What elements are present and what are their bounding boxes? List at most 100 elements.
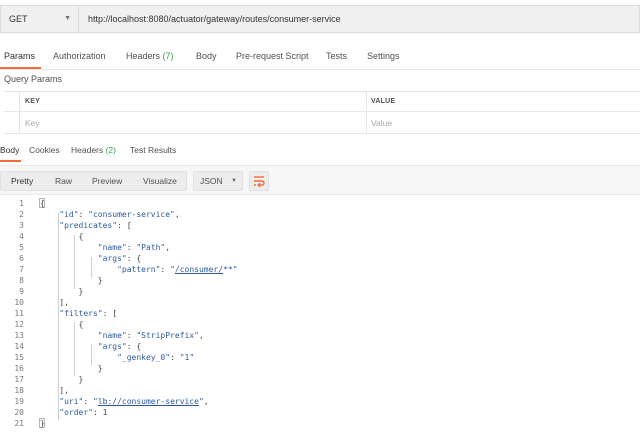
line-number: 13 (14, 331, 24, 340)
line-number: 7 (19, 265, 24, 274)
tab-response-body[interactable]: Body (0, 140, 22, 162)
format-select[interactable]: JSON ▼ (193, 171, 243, 191)
view-raw-button[interactable]: Raw (55, 172, 72, 190)
code-text: "filters": [ (40, 308, 117, 319)
code-text: "_genkey_0": "1" (40, 352, 194, 363)
line-number: 1 (19, 199, 24, 208)
view-preview-button[interactable]: Preview (92, 172, 122, 190)
column-divider (366, 91, 367, 134)
line-number: 4 (19, 232, 24, 241)
line-number: 17 (14, 375, 24, 384)
code-token: : (160, 265, 171, 274)
tab-cookies[interactable]: Cookies (29, 140, 60, 162)
tab-body[interactable]: Body (196, 43, 217, 69)
line-number: 11 (14, 309, 24, 318)
view-visualize-button[interactable]: Visualize (143, 172, 177, 190)
code-text: "uri": "lb://consumer-service", (40, 396, 208, 407)
code-token: ], (40, 386, 69, 395)
tab-settings[interactable]: Settings (367, 43, 400, 69)
code-text: } (40, 374, 84, 385)
wrap-lines-icon (254, 176, 265, 188)
tab-label: Tests (326, 51, 348, 61)
response-tabs: Body Cookies Headers (2) Test Results (0, 140, 640, 162)
format-label: JSON (200, 176, 223, 186)
code-token: "filters" (59, 309, 103, 318)
code-text: } (40, 275, 103, 286)
code-line: 15 "_genkey_0": "1" (0, 352, 640, 363)
code-token: : [ (102, 309, 118, 318)
wrap-lines-button[interactable] (249, 171, 269, 191)
response-body-editor[interactable]: 1{2 "id": "consumer-service", 3 "predicat… (0, 197, 640, 433)
column-divider (19, 91, 20, 134)
method-select[interactable]: GET ▼ (0, 5, 78, 33)
code-token: : [ (117, 221, 132, 230)
code-token: "1" (179, 353, 195, 362)
key-input[interactable]: Key (25, 112, 40, 134)
tab-pre-request-script[interactable]: Pre-request Script (236, 43, 309, 69)
code-text: { (40, 319, 84, 330)
code-text: } (40, 418, 45, 429)
code-token: "args" (97, 254, 127, 263)
code-token: { (40, 199, 45, 208)
code-token: "Path" (136, 243, 166, 252)
view-mode-switcher: Pretty Raw Preview Visualize (0, 171, 187, 191)
tab-response-headers[interactable]: Headers (2) (71, 140, 116, 162)
table-row: Key Value (4, 112, 640, 134)
code-token: **" (223, 265, 238, 274)
tab-test-results[interactable]: Test Results (130, 140, 176, 162)
code-line: 20 "order": 1 (0, 407, 640, 418)
code-token: "id" (59, 210, 79, 219)
code-token: } (40, 419, 45, 428)
column-header-key: KEY (25, 98, 40, 105)
code-token: : (78, 210, 89, 219)
code-token: ], (40, 298, 69, 307)
line-number: 16 (14, 364, 24, 373)
tab-tests[interactable]: Tests (326, 43, 347, 69)
value-input[interactable]: Value (371, 112, 392, 134)
code-token: , (198, 331, 204, 340)
tab-label: Authorization (53, 51, 106, 61)
code-text: ], (40, 297, 69, 308)
code-token: : { (126, 342, 142, 351)
code-line: 8 } (0, 275, 640, 286)
code-token: : (83, 397, 93, 406)
line-number: 14 (14, 342, 24, 351)
tab-count-badge: (2) (105, 145, 116, 155)
code-token: "consumer-service" (88, 210, 175, 219)
tab-label: Cookies (29, 145, 60, 155)
tab-headers[interactable]: Headers (7) (126, 43, 174, 69)
code-token: : { (126, 254, 142, 263)
code-token: { (40, 320, 84, 329)
code-line: 12 { (0, 319, 640, 330)
code-text: "pattern": "/consumer/**" (40, 264, 238, 275)
code-line: 1{ (0, 198, 640, 209)
line-number: 15 (14, 353, 24, 362)
line-number: 21 (14, 419, 24, 428)
method-label: GET (9, 14, 28, 24)
divider (0, 69, 640, 70)
view-pretty-button[interactable]: Pretty (11, 172, 33, 190)
tab-label: Headers (71, 145, 104, 155)
code-line: 10 ], (0, 297, 640, 308)
code-token: : (92, 408, 103, 417)
url-input[interactable]: http://localhost:8080/actuator/gateway/r… (78, 5, 640, 33)
code-token: "pattern" (117, 265, 161, 274)
tab-params[interactable]: Params (0, 43, 42, 69)
code-token: "name" (97, 331, 127, 340)
code-line: 21} (0, 418, 640, 429)
code-line: 17 } (0, 374, 640, 385)
code-line: 13 "name": "StripPrefix", (0, 330, 640, 341)
tab-count-badge: (7) (162, 51, 174, 61)
code-line: 14 "args": { (0, 341, 640, 352)
query-params-title: Query Params (4, 74, 63, 84)
line-number: 19 (14, 397, 24, 406)
tab-authorization[interactable]: Authorization (53, 43, 106, 69)
line-number: 10 (14, 298, 24, 307)
